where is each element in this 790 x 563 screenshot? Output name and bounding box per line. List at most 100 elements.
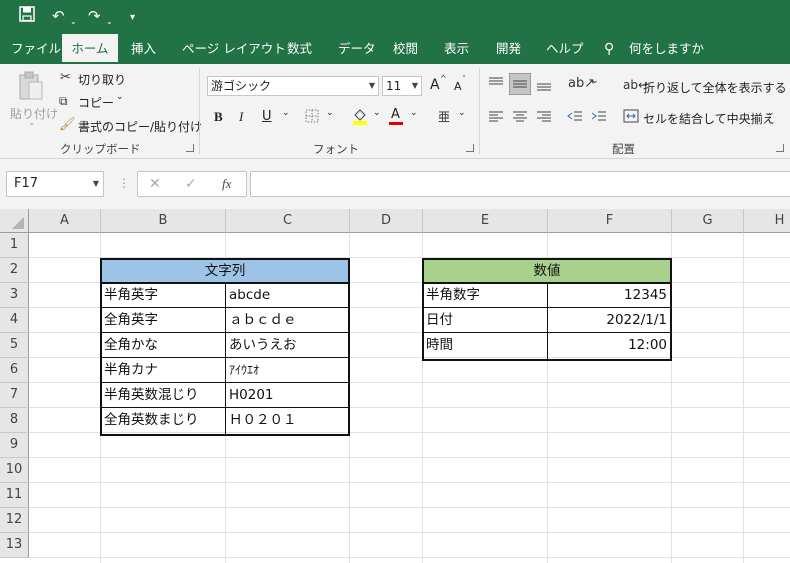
table-cell[interactable]: 2022/1/1	[548, 308, 670, 333]
row-header[interactable]: 10	[0, 458, 29, 483]
clipboard-launcher-icon[interactable]	[186, 144, 194, 152]
copy-icon[interactable]: ⧉	[59, 93, 68, 109]
customize-qat-icon[interactable]: ▾	[130, 8, 135, 28]
row-header[interactable]: 13	[0, 533, 29, 558]
tab-developer[interactable]: 開発	[496, 34, 521, 64]
tab-view[interactable]: 表示	[444, 34, 469, 64]
copy-dropdown-icon[interactable]: ⌄	[116, 92, 124, 102]
table-cell[interactable]: H0201	[226, 383, 349, 408]
phonetic-icon[interactable]: 亜	[438, 109, 450, 125]
column-header[interactable]: H	[744, 209, 790, 233]
table-cell[interactable]: あいうえお	[226, 333, 349, 358]
row-header[interactable]: 12	[0, 508, 29, 533]
align-center-icon[interactable]	[512, 110, 528, 129]
align-top-icon[interactable]	[488, 76, 504, 95]
row-header[interactable]: 6	[0, 358, 29, 383]
align-left-icon[interactable]	[488, 110, 504, 129]
orientation-dropdown-icon[interactable]: ⌄	[591, 76, 599, 86]
save-icon[interactable]	[19, 6, 35, 27]
table-cell[interactable]: 全角英字	[101, 308, 225, 333]
format-painter-button[interactable]: 書式のコピー/貼り付け	[78, 118, 202, 135]
borders-icon[interactable]	[305, 109, 319, 128]
wrap-text-button[interactable]: 折り返して全体を表示する	[643, 79, 787, 96]
column-header[interactable]: E	[423, 209, 548, 233]
tab-review[interactable]: 校閲	[393, 34, 418, 64]
font-color-dropdown-icon[interactable]: ⌄	[410, 108, 418, 118]
font-name-combo[interactable]: 游ゴシック ▼	[207, 76, 379, 96]
column-header[interactable]: F	[548, 209, 672, 233]
table-cell[interactable]: Ｈ０２０１	[226, 408, 349, 433]
tell-me-search[interactable]: 何をしますか	[629, 34, 704, 64]
tab-page-layout[interactable]: ページ レイアウト	[182, 34, 286, 64]
table-cell[interactable]: 12:00	[548, 333, 670, 358]
row-header[interactable]: 7	[0, 383, 29, 408]
borders-dropdown-icon[interactable]: ⌄	[326, 108, 334, 118]
font-size-combo[interactable]: 11 ▼	[382, 76, 422, 96]
column-header[interactable]: B	[101, 209, 226, 233]
increase-indent-icon[interactable]	[591, 110, 607, 129]
select-all-button[interactable]	[0, 209, 29, 233]
phonetic-dropdown-icon[interactable]: ⌄	[458, 108, 466, 118]
merge-center-button[interactable]: セルを結合して中央揃え	[643, 110, 775, 127]
cut-icon[interactable]: ✂	[60, 70, 71, 86]
table-cell[interactable]: abcde	[226, 283, 349, 308]
font-launcher-icon[interactable]	[466, 144, 474, 152]
bold-button[interactable]: B	[214, 109, 223, 125]
row-header[interactable]: 11	[0, 483, 29, 508]
table-cell[interactable]: 時間	[423, 333, 547, 358]
tab-help[interactable]: ヘルプ	[546, 34, 584, 64]
worksheet-grid[interactable]: A B C D E F G H 1 2 3 4 5 6 7 8 9 10 11 …	[0, 209, 790, 563]
table-cell[interactable]: 半角英数混じり	[101, 383, 225, 408]
copy-button[interactable]: コピー	[78, 94, 114, 111]
table-cell[interactable]: 半角数字	[423, 283, 547, 308]
tab-data[interactable]: データ	[338, 34, 376, 64]
undo-icon[interactable]: ↶	[52, 6, 65, 26]
column-header[interactable]: C	[226, 209, 350, 233]
redo-icon[interactable]: ↷	[88, 6, 101, 26]
text-table-header[interactable]: 文字列	[100, 258, 350, 284]
enter-icon[interactable]: ✓	[185, 176, 197, 192]
row-header[interactable]: 5	[0, 333, 29, 358]
tab-formulas[interactable]: 数式	[287, 34, 312, 64]
table-cell[interactable]: 全角かな	[101, 333, 225, 358]
row-header[interactable]: 2	[0, 258, 29, 283]
insert-function-icon[interactable]: fx	[222, 176, 231, 192]
undo-dropdown-icon[interactable]: ⌄	[70, 12, 77, 32]
table-cell[interactable]: 半角カナ	[101, 358, 225, 383]
format-painter-icon[interactable]: 🖌	[59, 117, 76, 133]
underline-button[interactable]: U	[262, 109, 272, 124]
table-cell[interactable]: 全角英数まじり	[101, 408, 225, 433]
alignment-launcher-icon[interactable]	[776, 144, 784, 152]
table-cell[interactable]: ｱｲｳｴｵ	[226, 358, 349, 383]
redo-dropdown-icon[interactable]: ⌄	[106, 12, 113, 32]
cut-button[interactable]: 切り取り	[78, 71, 126, 88]
table-cell[interactable]: 12345	[548, 283, 670, 308]
tab-insert[interactable]: 挿入	[131, 34, 156, 64]
column-header[interactable]: D	[350, 209, 423, 233]
formula-input[interactable]	[250, 171, 790, 197]
fill-color-dropdown-icon[interactable]: ⌄	[373, 108, 381, 118]
italic-button[interactable]: I	[239, 109, 243, 125]
table-cell[interactable]: ａｂｃｄｅ	[226, 308, 349, 333]
shrink-font-button[interactable]: A	[454, 80, 462, 93]
underline-dropdown-icon[interactable]: ⌄	[282, 108, 290, 118]
align-bottom-icon[interactable]	[536, 78, 552, 97]
row-header[interactable]: 9	[0, 433, 29, 458]
align-middle-button[interactable]	[509, 73, 531, 95]
row-header[interactable]: 4	[0, 308, 29, 333]
font-color-button[interactable]: A	[391, 107, 400, 122]
table-cell[interactable]: 日付	[423, 308, 547, 333]
grow-font-button[interactable]: A	[430, 77, 440, 93]
table-cell[interactable]: 半角英字	[101, 283, 225, 308]
paste-dropdown-icon[interactable]: ⌄	[28, 118, 36, 128]
tab-home[interactable]: ホーム	[62, 34, 118, 64]
name-box[interactable]: F17 ▼	[6, 171, 104, 197]
row-header[interactable]: 3	[0, 283, 29, 308]
column-header[interactable]: G	[672, 209, 744, 233]
merge-center-icon[interactable]	[623, 109, 639, 128]
align-right-icon[interactable]	[536, 110, 552, 129]
tab-file[interactable]: ファイル	[11, 34, 61, 64]
cancel-icon[interactable]: ✕	[149, 176, 161, 192]
merge-dropdown-icon[interactable]: ⌄	[767, 108, 775, 118]
paste-icon[interactable]	[17, 70, 45, 107]
